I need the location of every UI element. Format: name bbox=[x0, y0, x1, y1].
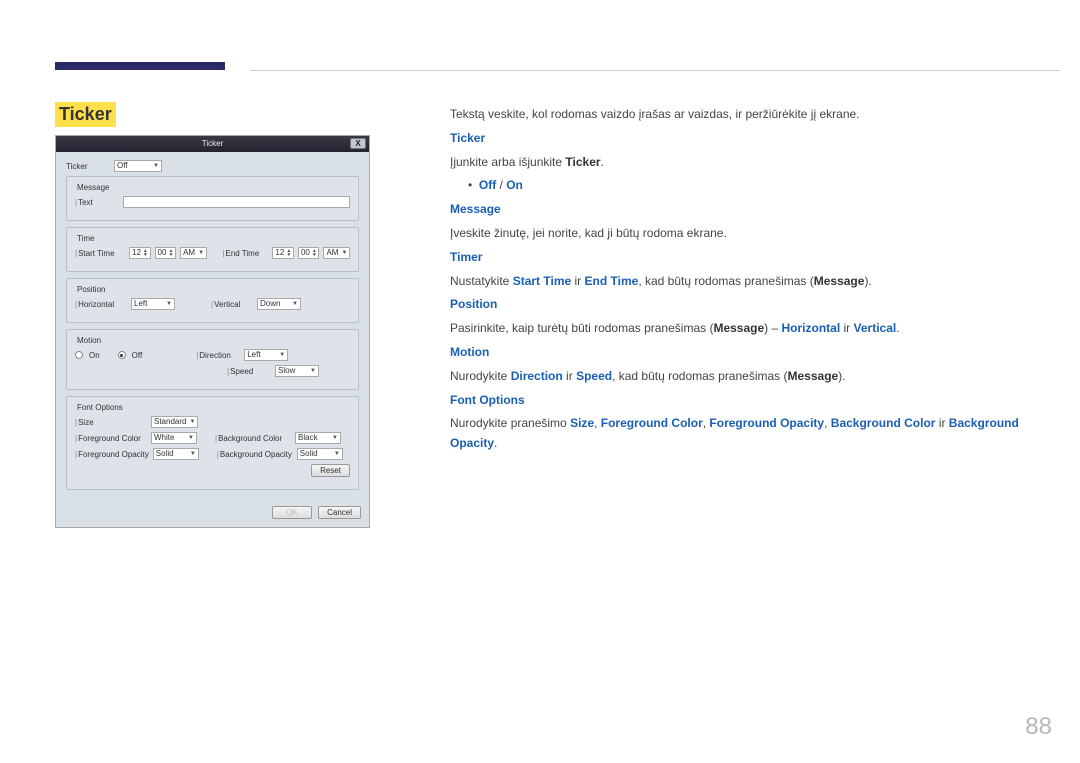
motion-off-label: Off bbox=[132, 351, 143, 360]
end-ampm-select[interactable]: AM▼ bbox=[323, 247, 350, 259]
message-group-label: Message bbox=[75, 183, 111, 192]
horizontal-select[interactable]: Left▼ bbox=[131, 298, 175, 310]
bg-color-select[interactable]: Black▼ bbox=[295, 432, 341, 444]
bg-opacity-label: |Background Opacity bbox=[217, 450, 293, 459]
start-ampm-select[interactable]: AM▼ bbox=[180, 247, 207, 259]
start-time-label: |Start Time bbox=[75, 249, 125, 258]
end-time-label: |End Time bbox=[222, 249, 268, 258]
direction-label: |Direction bbox=[196, 351, 240, 360]
fg-opacity-select[interactable]: Solid▼ bbox=[153, 448, 199, 460]
fg-opacity-label: |Foreground Opacity bbox=[75, 450, 149, 459]
direction-select[interactable]: Left▼ bbox=[244, 349, 288, 361]
motion-fieldset: Motion On Off |Direction Left▼ |Speed Sl… bbox=[66, 329, 359, 390]
section-title: Ticker bbox=[55, 102, 116, 127]
ticker-select[interactable]: Off ▼ bbox=[114, 160, 162, 172]
time-group-label: Time bbox=[75, 234, 96, 243]
close-button[interactable]: X bbox=[350, 138, 366, 149]
dialog-footer: OK Cancel bbox=[56, 502, 369, 527]
ticker-dialog: Ticker X Ticker Off▼ Message |Text Ti bbox=[55, 135, 370, 528]
screenshot-panel: Ticker X Ticker Off▼ Message |Text Ti bbox=[55, 135, 370, 528]
font-desc: Nurodykite pranešimo Size, Foreground Co… bbox=[450, 414, 1050, 454]
reset-button[interactable]: Reset bbox=[311, 464, 350, 477]
font-options-group-label: Font Options bbox=[75, 403, 125, 412]
time-fieldset: Time |Start Time 12▲▼ 00▲▼ AM▼ |End Time… bbox=[66, 227, 359, 272]
motion-on-label: On bbox=[89, 351, 100, 360]
page-number: 88 bbox=[1025, 713, 1052, 741]
font-options-fieldset: Font Options |Size Standard▼ |Foreground… bbox=[66, 396, 359, 490]
dialog-title: Ticker bbox=[202, 139, 223, 148]
heading-message: Message bbox=[450, 200, 1050, 220]
fg-color-select[interactable]: White▼ bbox=[151, 432, 197, 444]
motion-group-label: Motion bbox=[75, 336, 103, 345]
speed-label: |Speed bbox=[227, 367, 271, 376]
size-label: |Size bbox=[75, 418, 147, 427]
description-text: Tekstą veskite, kol rodomas vaizdo įraša… bbox=[450, 105, 1050, 458]
speed-select[interactable]: Slow▼ bbox=[275, 365, 319, 377]
start-min-spinner[interactable]: 00▲▼ bbox=[155, 247, 177, 259]
ticker-options: • Off / On bbox=[468, 176, 1050, 196]
start-hour-spinner[interactable]: 12▲▼ bbox=[129, 247, 151, 259]
heading-ticker: Ticker bbox=[450, 129, 1050, 149]
end-hour-spinner[interactable]: 12▲▼ bbox=[272, 247, 294, 259]
text-label: |Text bbox=[75, 198, 119, 207]
cancel-button[interactable]: Cancel bbox=[318, 506, 361, 519]
message-fieldset: Message |Text bbox=[66, 176, 359, 221]
vertical-select[interactable]: Down▼ bbox=[257, 298, 301, 310]
message-input[interactable] bbox=[123, 196, 350, 208]
position-group-label: Position bbox=[75, 285, 107, 294]
position-desc: Pasirinkite, kaip turėtų būti rodomas pr… bbox=[450, 319, 1050, 339]
heading-motion: Motion bbox=[450, 343, 1050, 363]
heading-font-options: Font Options bbox=[450, 391, 1050, 411]
ok-button[interactable]: OK bbox=[272, 506, 312, 519]
vertical-label: |Vertical bbox=[211, 300, 253, 309]
chevron-down-icon: ▼ bbox=[153, 161, 159, 171]
message-desc: Įveskite žinutę, jei norite, kad ji būtų… bbox=[450, 224, 1050, 244]
horizontal-label: |Horizontal bbox=[75, 300, 127, 309]
end-min-spinner[interactable]: 00▲▼ bbox=[298, 247, 320, 259]
bg-color-label: |Background Color bbox=[215, 434, 291, 443]
header-rule bbox=[250, 70, 1060, 71]
ticker-label: Ticker bbox=[66, 162, 110, 171]
fg-color-label: |Foreground Color bbox=[75, 434, 147, 443]
accent-bar bbox=[55, 62, 225, 70]
position-fieldset: Position |Horizontal Left▼ |Vertical Dow… bbox=[66, 278, 359, 323]
heading-timer: Timer bbox=[450, 248, 1050, 268]
motion-desc: Nurodykite Direction ir Speed, kad būtų … bbox=[450, 367, 1050, 387]
bg-opacity-select[interactable]: Solid▼ bbox=[297, 448, 343, 460]
ticker-value: Off bbox=[117, 161, 128, 171]
motion-off-radio[interactable] bbox=[118, 351, 126, 359]
motion-on-radio[interactable] bbox=[75, 351, 83, 359]
heading-position: Position bbox=[450, 295, 1050, 315]
ticker-desc: Įjunkite arba išjunkite Ticker. bbox=[450, 153, 1050, 173]
dialog-titlebar: Ticker X bbox=[56, 136, 369, 152]
timer-desc: Nustatykite Start Time ir End Time, kad … bbox=[450, 272, 1050, 292]
size-select[interactable]: Standard▼ bbox=[151, 416, 198, 428]
intro-text: Tekstą veskite, kol rodomas vaizdo įraša… bbox=[450, 105, 1050, 125]
